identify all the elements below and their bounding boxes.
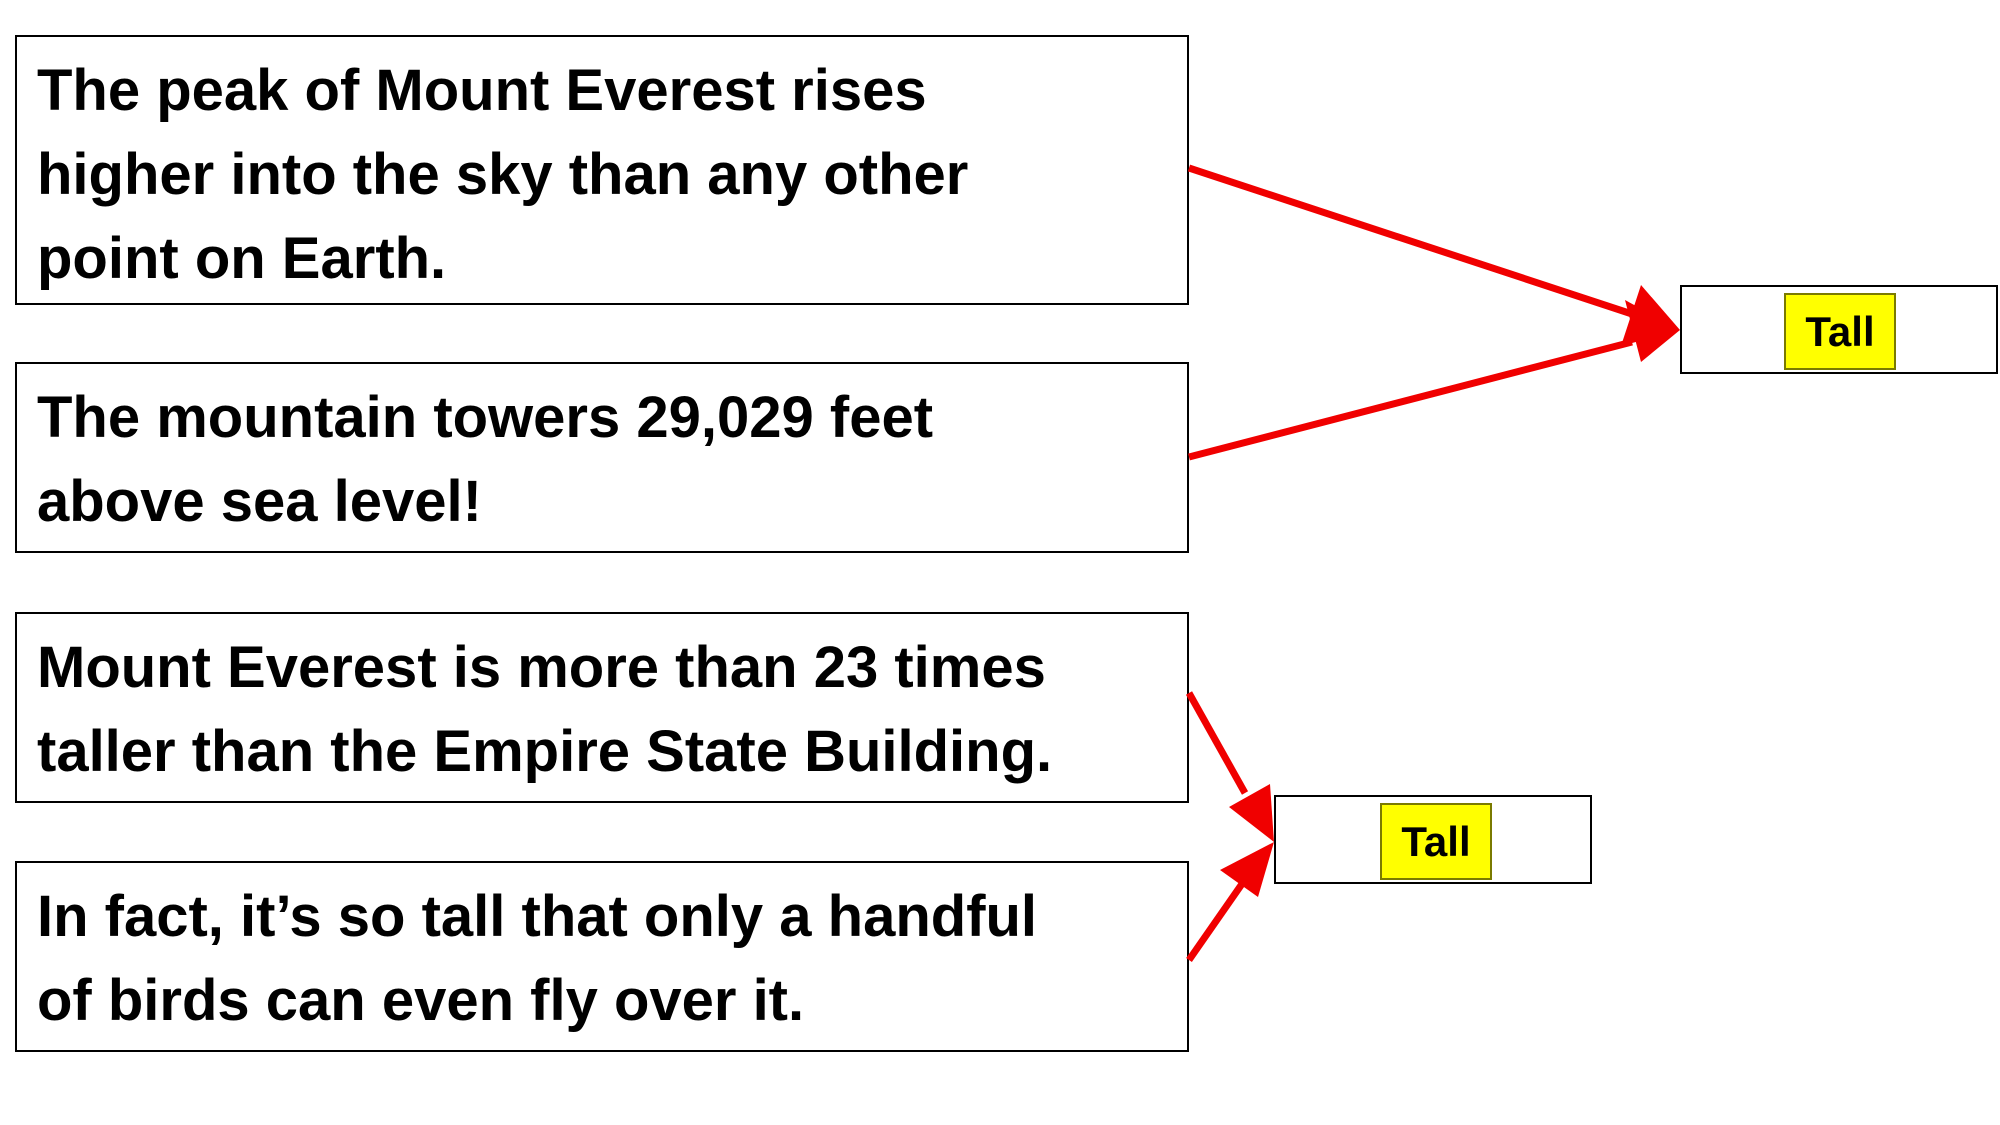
connector-arrows [1185, 164, 1680, 962]
arrowhead-3 [1229, 784, 1274, 842]
arrow-line-4 [1186, 879, 1247, 962]
arrow-line-1 [1187, 164, 1634, 318]
arrow-line-3 [1185, 691, 1249, 795]
arrowhead-4 [1220, 842, 1274, 897]
arrow-line-2 [1188, 338, 1633, 461]
